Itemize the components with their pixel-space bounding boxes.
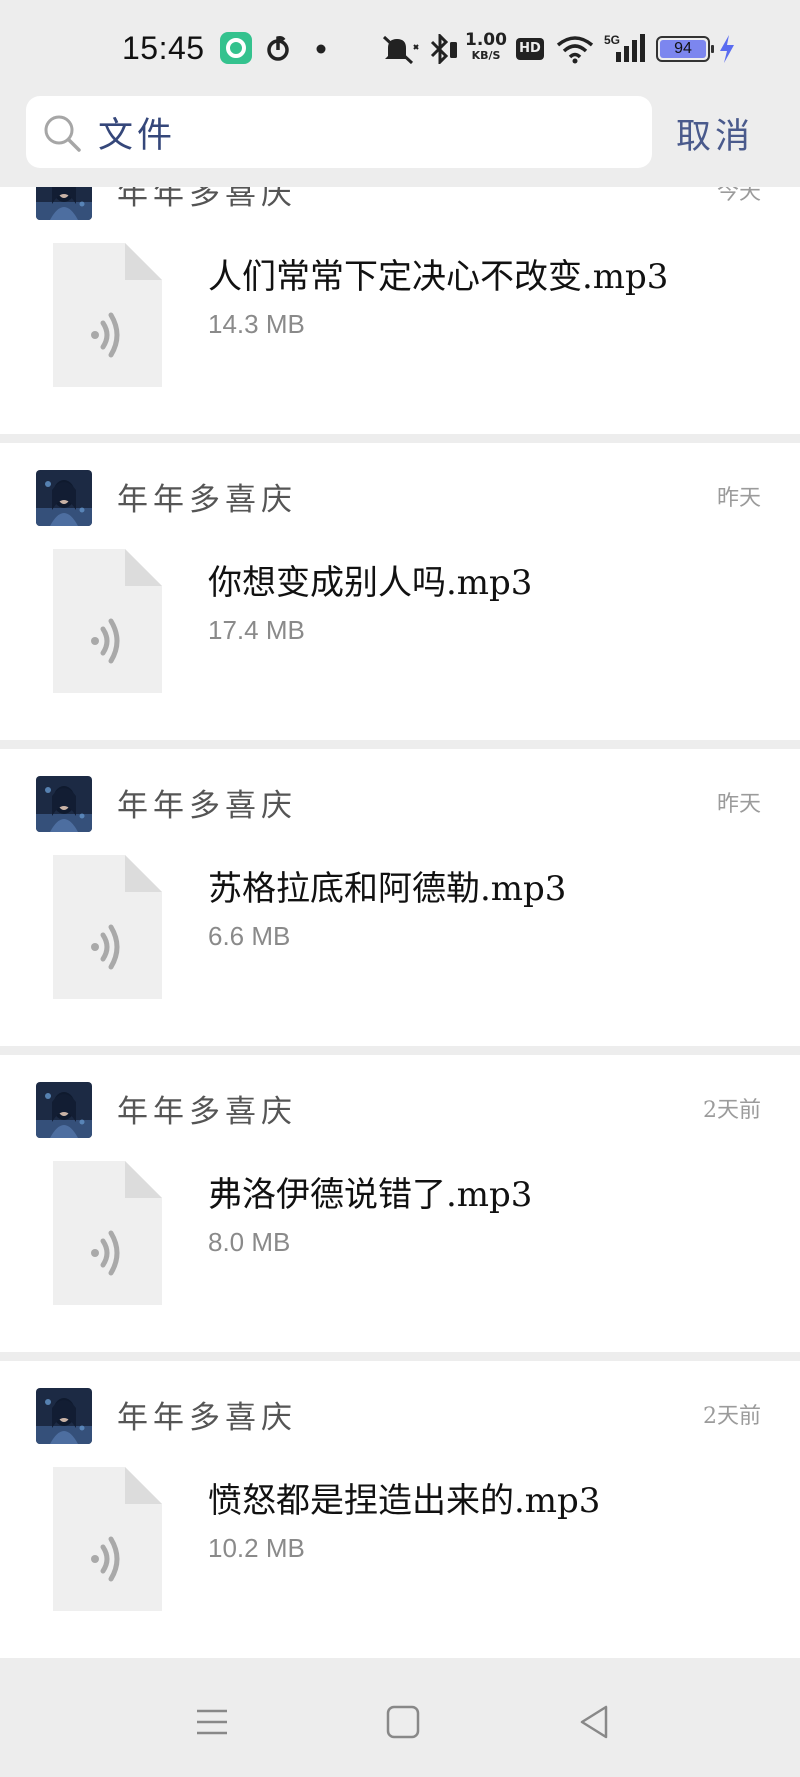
dot-icon [316, 44, 326, 54]
status-time: 15:45 [122, 30, 205, 66]
audio-file-icon[interactable] [53, 1161, 162, 1305]
file-name[interactable]: 人们常常下定决心不改变.mp3 [208, 249, 668, 298]
wifi-icon [556, 36, 594, 64]
net-speed-value: 1.00 [465, 30, 507, 50]
bluetooth-icon [430, 34, 457, 64]
message-date: 2天前 [703, 1404, 761, 1429]
signal-icon: 5G [604, 33, 645, 62]
netease-music-icon [267, 36, 289, 61]
network-type: 5G [604, 33, 620, 47]
charging-icon [720, 35, 734, 63]
search-bar: 取消 [0, 96, 800, 184]
file-size: 8.0 MB [208, 1227, 291, 1257]
file-size: 17.4 MB [208, 615, 305, 645]
file-name[interactable]: 苏格拉底和阿德勒.mp3 [208, 861, 566, 910]
app-icon [220, 32, 252, 64]
file-name[interactable]: 愤怒都是捏造出来的.mp3 [208, 1473, 600, 1522]
message-date: 2天前 [703, 1098, 761, 1123]
file-result-item[interactable]: 年年多喜庆 昨天苏格拉底和阿德勒.mp3 6.6 MB [0, 749, 800, 1046]
file-result-item[interactable]: 年年多喜庆 2天前愤怒都是捏造出来的.mp3 10.2 MB [0, 1361, 800, 1658]
mute-icon [382, 35, 419, 64]
file-result-item[interactable]: 年年多喜庆 昨天你想变成别人吗.mp3 17.4 MB [0, 443, 800, 740]
sender-name: 年年多喜庆 [117, 187, 297, 212]
sender-name: 年年多喜庆 [117, 1094, 297, 1130]
hd-icon: HD [516, 38, 544, 60]
status-bar: 15:45 1.00 KB/S HD 5G 94 [0, 0, 800, 96]
sender-avatar[interactable] [36, 187, 92, 220]
message-date: 昨天 [716, 486, 761, 511]
menu-icon[interactable] [187, 1697, 237, 1747]
battery-level: 94 [660, 40, 706, 58]
file-name[interactable]: 弗洛伊德说错了.mp3 [208, 1167, 532, 1216]
sender-name: 年年多喜庆 [117, 1400, 297, 1436]
sender-name: 年年多喜庆 [117, 482, 297, 518]
home-icon[interactable] [378, 1697, 428, 1747]
sender-name: 年年多喜庆 [117, 788, 297, 824]
audio-file-icon[interactable] [53, 855, 162, 999]
message-date: 今天 [716, 187, 761, 205]
search-icon [44, 115, 81, 152]
sender-avatar[interactable] [36, 776, 92, 832]
audio-file-icon[interactable] [53, 243, 162, 387]
sender-avatar[interactable] [36, 470, 92, 526]
cancel-button[interactable]: 取消 [676, 108, 754, 159]
file-size: 14.3 MB [208, 309, 305, 339]
battery-icon: 94 [656, 36, 714, 62]
sender-avatar[interactable] [36, 1388, 92, 1444]
navigation-bar [0, 1667, 800, 1777]
message-date: 昨天 [716, 792, 761, 817]
file-results-list: 年年多喜庆 今天 人们常常下定决心不改变.mp3 14.3 MB 年年多喜庆 昨天 你想变成… [0, 187, 800, 1667]
file-size: 10.2 MB [208, 1533, 305, 1563]
search-box[interactable] [26, 96, 652, 168]
audio-file-icon[interactable] [53, 549, 162, 693]
file-result-item[interactable]: 年年多喜庆 今天人们常常下定决心不改变.mp3 14.3 MB [0, 187, 800, 434]
file-size: 6.6 MB [208, 921, 291, 951]
file-result-item[interactable]: 年年多喜庆 2天前弗洛伊德说错了.mp3 8.0 MB [0, 1055, 800, 1352]
audio-file-icon[interactable] [53, 1467, 162, 1611]
file-name[interactable]: 你想变成别人吗.mp3 [208, 555, 532, 604]
search-input[interactable] [98, 108, 628, 156]
sender-avatar[interactable] [36, 1082, 92, 1138]
net-speed: 1.00 KB/S [464, 30, 508, 63]
net-speed-unit: KB/S [471, 49, 501, 62]
back-icon[interactable] [570, 1697, 620, 1747]
